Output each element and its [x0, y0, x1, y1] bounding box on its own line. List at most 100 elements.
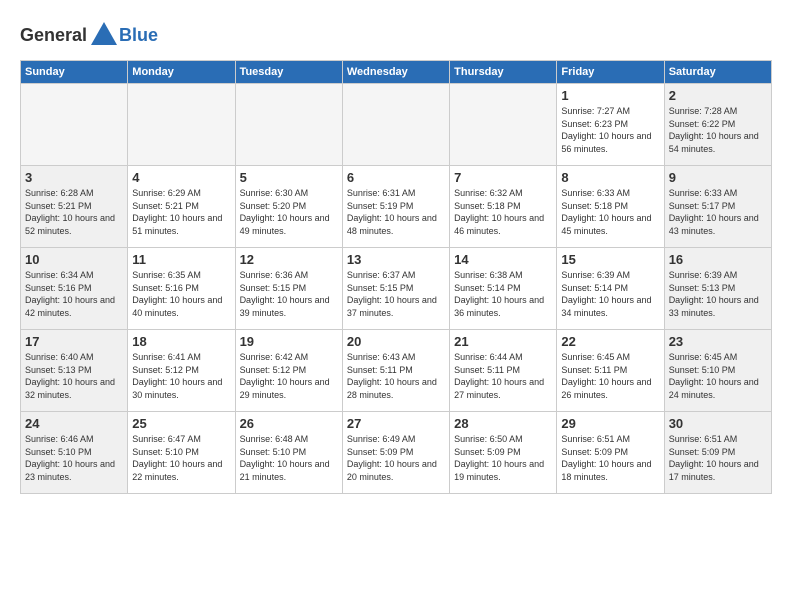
day-number: 19	[240, 334, 338, 349]
day-info: Sunrise: 6:49 AMSunset: 5:09 PMDaylight:…	[347, 433, 445, 483]
day-info: Sunrise: 6:37 AMSunset: 5:15 PMDaylight:…	[347, 269, 445, 319]
day-info: Sunrise: 6:47 AMSunset: 5:10 PMDaylight:…	[132, 433, 230, 483]
day-number: 23	[669, 334, 767, 349]
calendar-cell: 13 Sunrise: 6:37 AMSunset: 5:15 PMDayligh…	[342, 248, 449, 330]
calendar-cell: 22Sunrise: 6:45 AMSunset: 5:11 PMDayligh…	[557, 330, 664, 412]
logo-blue-text: Blue	[119, 25, 158, 46]
day-info: Sunrise: 6:44 AMSunset: 5:11 PMDaylight:…	[454, 351, 552, 401]
day-info: Sunrise: 6:50 AMSunset: 5:09 PMDaylight:…	[454, 433, 552, 483]
calendar-cell: 8Sunrise: 6:33 AMSunset: 5:18 PMDaylight…	[557, 166, 664, 248]
day-info: Sunrise: 6:36 AMSunset: 5:15 PMDaylight:…	[240, 269, 338, 319]
day-number: 4	[132, 170, 230, 185]
day-number: 16	[669, 252, 767, 267]
day-info: Sunrise: 6:34 AMSunset: 5:16 PMDaylight:…	[25, 269, 123, 319]
day-of-week-wednesday: Wednesday	[342, 61, 449, 84]
day-number: 21	[454, 334, 552, 349]
day-number: 29	[561, 416, 659, 431]
day-info: Sunrise: 6:30 AMSunset: 5:20 PMDaylight:…	[240, 187, 338, 237]
day-info: Sunrise: 7:27 AMSunset: 6:23 PMDaylight:…	[561, 105, 659, 155]
calendar-cell	[235, 84, 342, 166]
day-number: 5	[240, 170, 338, 185]
calendar-cell	[342, 84, 449, 166]
day-of-week-sunday: Sunday	[21, 61, 128, 84]
day-number: 13	[347, 252, 445, 267]
calendar-cell: 6 Sunrise: 6:31 AMSunset: 5:19 PMDaylight…	[342, 166, 449, 248]
day-info: Sunrise: 6:46 AMSunset: 5:10 PMDaylight:…	[25, 433, 123, 483]
calendar-cell: 26 Sunrise: 6:48 AMSunset: 5:10 PMDayligh…	[235, 412, 342, 494]
calendar-week-3: 10Sunrise: 6:34 AMSunset: 5:16 PMDayligh…	[21, 248, 772, 330]
logo-icon	[89, 20, 119, 50]
day-info: Sunrise: 6:33 AMSunset: 5:17 PMDaylight:…	[669, 187, 767, 237]
calendar-week-1: 1 Sunrise: 7:27 AMSunset: 6:23 PMDaylight…	[21, 84, 772, 166]
day-info: Sunrise: 6:45 AMSunset: 5:10 PMDaylight:…	[669, 351, 767, 401]
day-info: Sunrise: 6:42 AMSunset: 5:12 PMDaylight:…	[240, 351, 338, 401]
calendar-cell: 15 Sunrise: 6:39 AMSunset: 5:14 PMDayligh…	[557, 248, 664, 330]
day-info: Sunrise: 6:39 AMSunset: 5:14 PMDaylight:…	[561, 269, 659, 319]
day-number: 20	[347, 334, 445, 349]
calendar-week-5: 24 Sunrise: 6:46 AMSunset: 5:10 PMDayligh…	[21, 412, 772, 494]
day-of-week-saturday: Saturday	[664, 61, 771, 84]
day-of-week-tuesday: Tuesday	[235, 61, 342, 84]
day-info: Sunrise: 7:28 AMSunset: 6:22 PMDaylight:…	[669, 105, 767, 155]
day-number: 15	[561, 252, 659, 267]
day-number: 1	[561, 88, 659, 103]
day-number: 27	[347, 416, 445, 431]
day-number: 25	[132, 416, 230, 431]
day-info: Sunrise: 6:39 AMSunset: 5:13 PMDaylight:…	[669, 269, 767, 319]
day-number: 7	[454, 170, 552, 185]
calendar-cell: 10Sunrise: 6:34 AMSunset: 5:16 PMDayligh…	[21, 248, 128, 330]
logo: General Blue	[20, 20, 158, 50]
day-info: Sunrise: 6:40 AMSunset: 5:13 PMDaylight:…	[25, 351, 123, 401]
calendar-table: SundayMondayTuesdayWednesdayThursdayFrid…	[20, 60, 772, 494]
day-info: Sunrise: 6:31 AMSunset: 5:19 PMDaylight:…	[347, 187, 445, 237]
day-number: 2	[669, 88, 767, 103]
calendar-cell	[21, 84, 128, 166]
day-number: 22	[561, 334, 659, 349]
calendar-cell: 23 Sunrise: 6:45 AMSunset: 5:10 PMDayligh…	[664, 330, 771, 412]
day-info: Sunrise: 6:51 AMSunset: 5:09 PMDaylight:…	[561, 433, 659, 483]
calendar-cell: 12Sunrise: 6:36 AMSunset: 5:15 PMDayligh…	[235, 248, 342, 330]
calendar-cell: 5 Sunrise: 6:30 AMSunset: 5:20 PMDaylight…	[235, 166, 342, 248]
day-info: Sunrise: 6:28 AMSunset: 5:21 PMDaylight:…	[25, 187, 123, 237]
day-number: 24	[25, 416, 123, 431]
day-of-week-monday: Monday	[128, 61, 235, 84]
day-info: Sunrise: 6:43 AMSunset: 5:11 PMDaylight:…	[347, 351, 445, 401]
calendar-cell: 27 Sunrise: 6:49 AMSunset: 5:09 PMDayligh…	[342, 412, 449, 494]
day-number: 28	[454, 416, 552, 431]
page-header: General Blue	[20, 20, 772, 50]
day-info: Sunrise: 6:35 AMSunset: 5:16 PMDaylight:…	[132, 269, 230, 319]
day-info: Sunrise: 6:33 AMSunset: 5:18 PMDaylight:…	[561, 187, 659, 237]
day-number: 11	[132, 252, 230, 267]
calendar-cell: 4 Sunrise: 6:29 AMSunset: 5:21 PMDaylight…	[128, 166, 235, 248]
day-number: 18	[132, 334, 230, 349]
calendar-cell: 9 Sunrise: 6:33 AMSunset: 5:17 PMDaylight…	[664, 166, 771, 248]
calendar-cell: 24 Sunrise: 6:46 AMSunset: 5:10 PMDayligh…	[21, 412, 128, 494]
calendar-cell	[450, 84, 557, 166]
day-number: 9	[669, 170, 767, 185]
day-info: Sunrise: 6:48 AMSunset: 5:10 PMDaylight:…	[240, 433, 338, 483]
day-number: 6	[347, 170, 445, 185]
day-info: Sunrise: 6:41 AMSunset: 5:12 PMDaylight:…	[132, 351, 230, 401]
calendar-cell	[128, 84, 235, 166]
calendar-cell: 16 Sunrise: 6:39 AMSunset: 5:13 PMDayligh…	[664, 248, 771, 330]
calendar-cell: 7 Sunrise: 6:32 AMSunset: 5:18 PMDaylight…	[450, 166, 557, 248]
calendar-cell: 3Sunrise: 6:28 AMSunset: 5:21 PMDaylight…	[21, 166, 128, 248]
calendar-cell: 20 Sunrise: 6:43 AMSunset: 5:11 PMDayligh…	[342, 330, 449, 412]
calendar-cell: 17 Sunrise: 6:40 AMSunset: 5:13 PMDayligh…	[21, 330, 128, 412]
day-info: Sunrise: 6:32 AMSunset: 5:18 PMDaylight:…	[454, 187, 552, 237]
day-number: 30	[669, 416, 767, 431]
calendar-cell: 18 Sunrise: 6:41 AMSunset: 5:12 PMDayligh…	[128, 330, 235, 412]
day-number: 17	[25, 334, 123, 349]
calendar-cell: 19 Sunrise: 6:42 AMSunset: 5:12 PMDayligh…	[235, 330, 342, 412]
logo-general-text: General	[20, 25, 87, 46]
day-info: Sunrise: 6:29 AMSunset: 5:21 PMDaylight:…	[132, 187, 230, 237]
day-info: Sunrise: 6:38 AMSunset: 5:14 PMDaylight:…	[454, 269, 552, 319]
calendar-cell: 1 Sunrise: 7:27 AMSunset: 6:23 PMDaylight…	[557, 84, 664, 166]
calendar-cell: 14Sunrise: 6:38 AMSunset: 5:14 PMDayligh…	[450, 248, 557, 330]
day-number: 26	[240, 416, 338, 431]
calendar-cell: 2 Sunrise: 7:28 AMSunset: 6:22 PMDaylight…	[664, 84, 771, 166]
calendar-cell: 30Sunrise: 6:51 AMSunset: 5:09 PMDayligh…	[664, 412, 771, 494]
day-of-week-thursday: Thursday	[450, 61, 557, 84]
calendar-cell: 11 Sunrise: 6:35 AMSunset: 5:16 PMDayligh…	[128, 248, 235, 330]
calendar-cell: 21 Sunrise: 6:44 AMSunset: 5:11 PMDayligh…	[450, 330, 557, 412]
